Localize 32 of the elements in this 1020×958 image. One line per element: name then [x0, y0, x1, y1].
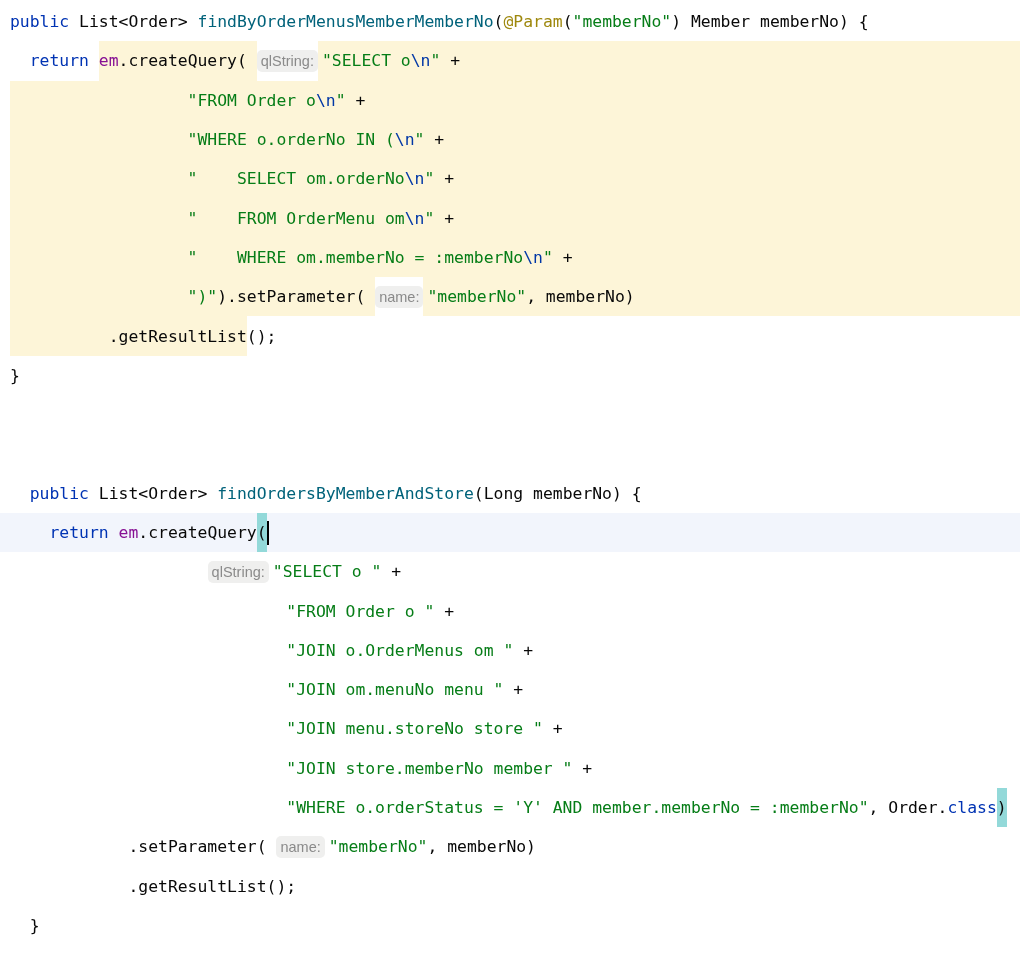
code-text: return em.createQuery(	[10, 512, 267, 553]
code-text: "JOIN store.memberNo member " +	[285, 757, 593, 780]
code-text: .getResultList	[10, 316, 247, 356]
code-text: "memberNo", memberNo)	[423, 277, 635, 317]
code-text: " WHERE om.memberNo = :memberNo\n" +	[10, 237, 573, 278]
code-text: "WHERE o.orderStatus = 'Y' AND member.memberNo = :memberNo", Order.class)	[10, 787, 1007, 828]
code-text: ")").setParameter(	[10, 277, 376, 317]
code-text: "SELECT o " +	[271, 561, 402, 584]
code-text: .setParameter(	[127, 836, 268, 859]
code-text: ();	[246, 325, 277, 348]
code-text: public List<Order> findByOrderMenusMemberMemberNo(@Param("memberNo") Member memberNo) {	[10, 11, 869, 34]
code-text: em.createQuery(	[98, 41, 257, 81]
code-text: .getResultList();	[127, 875, 297, 898]
code-text: "JOIN om.menuNo menu " +	[285, 679, 524, 702]
code-text: "memberNo", memberNo)	[327, 836, 536, 859]
parameter-hint: qlString:	[256, 49, 318, 72]
code-text: return	[28, 50, 90, 73]
code-text: }	[10, 364, 20, 387]
parameter-hint: name:	[276, 835, 325, 858]
code-text: "WHERE o.orderNo IN (\n" +	[10, 119, 445, 160]
code-text: " SELECT om.orderNo\n" +	[10, 159, 455, 199]
code-text: " FROM OrderMenu om\n" +	[10, 198, 455, 238]
text-cursor	[266, 520, 269, 545]
parameter-hint: qlString:	[207, 560, 269, 583]
code-text: "FROM Order o " +	[285, 600, 455, 623]
code-text: }	[28, 914, 40, 937]
code-text: "JOIN o.OrderMenus om " +	[285, 639, 534, 662]
code-text: public List<Order> findOrdersByMemberAndStore(Long memberNo) {	[28, 482, 642, 505]
code-text: "SELECT o\n" +	[317, 41, 461, 81]
code-text: "JOIN menu.storeNo store " +	[285, 718, 563, 741]
parameter-hint: name:	[375, 285, 424, 308]
code-text: "FROM Order o\n" +	[10, 80, 366, 120]
